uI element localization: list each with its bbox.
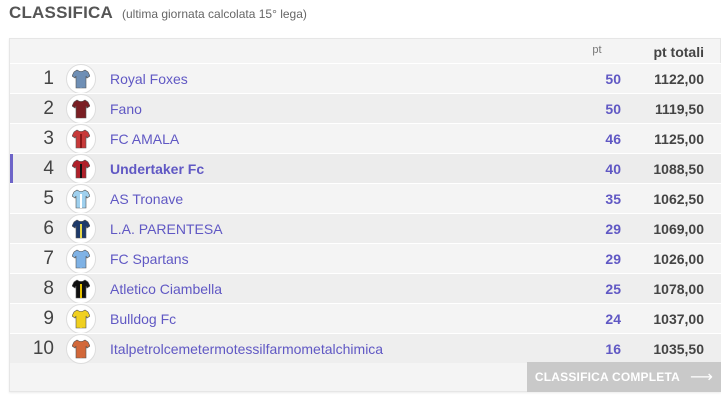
team-name-link[interactable]: FC Spartans [110,251,530,267]
team-jersey-icon [66,213,96,244]
team-rank: 3 [43,127,54,149]
team-points: 35 [605,190,621,207]
team-name-link[interactable]: Undertaker Fc [110,161,530,177]
team-name-link[interactable]: FC AMALA [110,131,530,147]
standings-row[interactable]: 2 Fano 50 1119,50 [10,93,721,124]
team-rank: 6 [43,217,54,239]
team-points: 16 [605,340,621,357]
team-name-link[interactable]: L.A. PARENTESA [110,221,530,237]
standings-row[interactable]: 5 AS Tronave 35 1062,50 [10,183,721,214]
team-rank: 2 [43,97,54,119]
team-total-points: 1088,50 [653,160,704,177]
team-jersey-icon [66,243,96,274]
team-total-points: 1078,00 [653,280,704,297]
team-rank: 5 [43,187,54,209]
team-name-link[interactable]: Bulldog Fc [110,311,530,327]
team-rank: 4 [43,157,54,179]
team-total-points: 1035,50 [653,340,704,357]
team-jersey-icon [66,63,96,94]
team-jersey-icon [66,273,96,304]
team-points: 50 [605,70,621,87]
full-standings-button[interactable]: CLASSIFICA COMPLETA ⟶ [527,362,721,392]
standings-row[interactable]: 4 Undertaker Fc 40 1088,50 [10,153,721,184]
standings-row[interactable]: 7 FC Spartans 29 1026,00 [10,243,721,274]
full-standings-button-label: CLASSIFICA COMPLETA [534,370,680,384]
team-total-points: 1026,00 [653,250,704,267]
standings-row[interactable]: 10 Italpetrolcemetermotessilfarmometalchi… [10,333,721,364]
team-name-link[interactable]: Atletico Ciambella [110,281,530,297]
page-subtitle: (ultima giornata calcolata 15° lega) [122,7,307,21]
arrow-right-icon: ⟶ [690,369,714,386]
team-points: 40 [605,160,621,177]
team-total-points: 1122,00 [654,70,704,87]
team-rank: 9 [43,307,54,329]
team-points: 50 [605,100,621,117]
standings-row[interactable]: 9 Bulldog Fc 24 1037,00 [10,303,721,334]
standings-table: 1 Royal Foxes 50 1122,00 2 Fano 50 1119,50 3 FC A… [10,63,721,364]
standings-row[interactable]: 1 Royal Foxes 50 1122,00 [10,63,721,94]
team-points: 29 [605,250,621,267]
team-points: 24 [605,310,621,327]
team-total-points: 1037,00 [653,310,704,327]
team-total-points: 1069,00 [653,220,704,237]
team-jersey-icon [66,303,96,334]
team-name-link[interactable]: Italpetrolcemetermotessilfarmometalchimi… [110,341,530,357]
team-name-link[interactable]: AS Tronave [110,191,530,207]
team-points: 46 [605,130,621,147]
team-jersey-icon [66,93,96,124]
team-rank: 7 [43,247,54,269]
standings-row[interactable]: 6 L.A. PARENTESA 29 1069,00 [10,213,721,244]
team-rank: 10 [32,337,54,359]
team-name-link[interactable]: Fano [110,101,530,117]
team-rank: 1 [43,67,54,89]
team-total-points: 1125,00 [654,130,704,147]
column-header-pt: pt [592,44,602,56]
team-jersey-icon [66,153,96,184]
standings-row[interactable]: 3 FC AMALA 46 1125,00 [10,123,721,154]
standings-row[interactable]: 8 Atletico Ciambella 25 1078,00 [10,273,721,304]
team-name-link[interactable]: Royal Foxes [110,71,530,87]
team-points: 29 [605,220,621,237]
team-rank: 8 [43,277,54,299]
standings-header: CLASSIFICA (ultima giornata calcolata 15… [9,3,307,27]
team-total-points: 1119,50 [654,100,704,117]
column-header-total: pt totali [653,44,704,60]
team-total-points: 1062,50 [653,190,704,207]
page-title: CLASSIFICA [9,3,113,22]
team-jersey-icon [66,333,96,364]
team-jersey-icon [66,183,96,214]
team-jersey-icon [66,123,96,154]
team-points: 25 [605,280,621,297]
